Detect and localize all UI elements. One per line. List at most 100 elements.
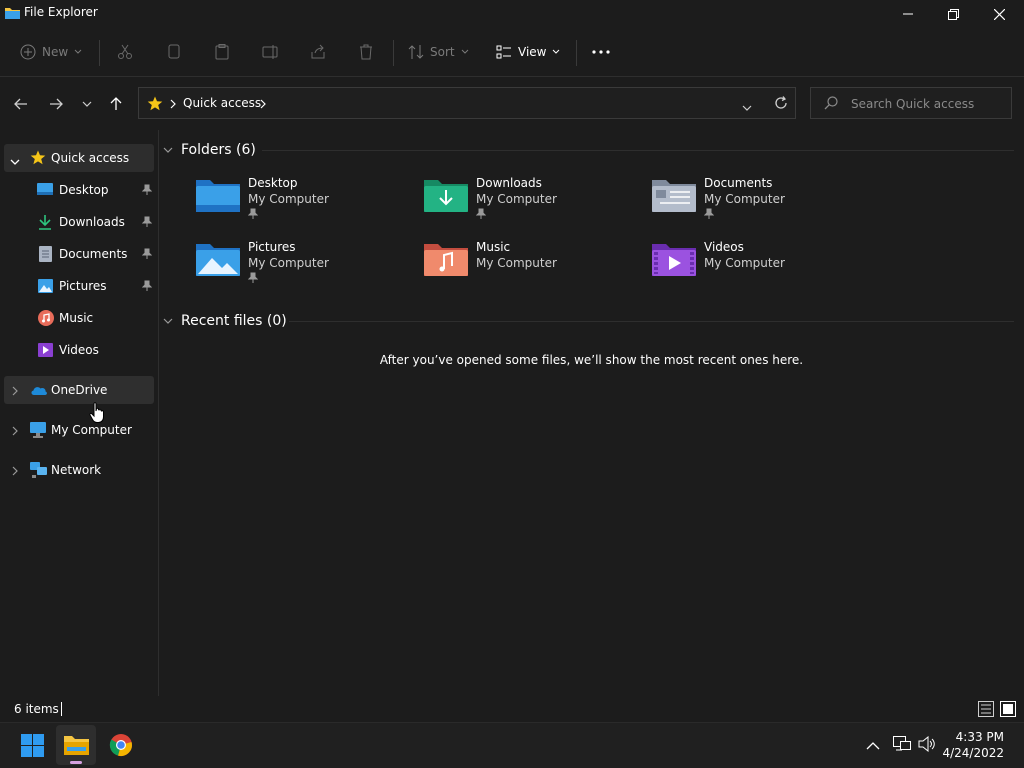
item-count: 6 items — [14, 702, 59, 716]
chevron-down-icon — [742, 105, 752, 111]
picture-icon — [38, 279, 53, 296]
sidebar-item-pictures[interactable]: Pictures — [4, 272, 154, 300]
folder-tile-documents[interactable]: Documents My Computer — [652, 176, 872, 232]
chevron-up-icon — [866, 742, 880, 750]
pin-icon[interactable] — [141, 248, 153, 262]
title-bar[interactable]: File Explorer — [0, 0, 1024, 28]
restore-button[interactable] — [930, 0, 976, 28]
taskbar-file-explorer-button[interactable] — [56, 725, 96, 765]
minimize-icon — [903, 13, 913, 15]
folder-name: Documents — [704, 176, 773, 190]
address-history-button[interactable] — [742, 100, 752, 114]
ellipsis-icon — [592, 50, 610, 54]
documents-folder-icon — [652, 176, 698, 216]
minimize-button[interactable] — [885, 0, 931, 28]
rename-icon — [262, 45, 278, 59]
music-folder-icon — [424, 240, 470, 280]
sidebar-item-documents[interactable]: Documents — [4, 240, 154, 268]
breadcrumb-quick-access[interactable]: Quick access — [183, 96, 261, 110]
pin-icon — [703, 208, 716, 220]
back-button[interactable] — [10, 93, 32, 115]
pin-icon[interactable] — [141, 184, 153, 198]
document-icon — [39, 246, 52, 265]
status-bar: 6 items — [0, 696, 1024, 722]
view-button[interactable]: View — [496, 40, 560, 64]
new-button[interactable]: New — [20, 40, 82, 64]
sidebar-item-desktop[interactable]: Desktop — [4, 176, 154, 204]
more-options-button[interactable] — [592, 40, 610, 64]
cut-button[interactable] — [117, 40, 133, 64]
sidebar-item-downloads[interactable]: Downloads — [4, 208, 154, 236]
sidebar-item-network[interactable]: Network — [4, 456, 154, 484]
search-box[interactable] — [810, 87, 1012, 119]
folder-name: Desktop — [248, 176, 298, 190]
download-arrow-icon — [38, 214, 52, 233]
clipboard-icon — [215, 44, 229, 60]
trash-icon — [360, 44, 372, 60]
sort-icon — [408, 45, 424, 59]
section-divider — [262, 150, 1014, 151]
chevron-down-icon[interactable] — [10, 154, 20, 168]
rename-button[interactable] — [262, 40, 280, 64]
command-bar: New Sort View — [0, 28, 1024, 77]
restore-icon — [947, 8, 959, 20]
folder-tile-videos[interactable]: Videos My Computer — [652, 240, 872, 296]
folder-location: My Computer — [704, 256, 785, 270]
show-hidden-icons-button[interactable] — [866, 739, 880, 753]
pin-icon — [247, 272, 260, 284]
chevron-right-icon[interactable] — [12, 465, 18, 479]
clock[interactable]: 4:33 PM 4/24/2022 — [942, 729, 1004, 761]
pin-icon — [475, 208, 488, 220]
status-divider — [61, 702, 62, 716]
tiles-view-button[interactable] — [1000, 701, 1016, 720]
navigation-pane: Quick access Desktop Downloads Documents — [0, 130, 159, 696]
volume-icon[interactable] — [918, 735, 936, 755]
folder-tile-downloads[interactable]: Downloads My Computer — [424, 176, 644, 232]
breadcrumb-chevron-icon[interactable] — [260, 98, 266, 112]
folder-tile-desktop[interactable]: Desktop My Computer — [196, 176, 416, 232]
folder-tile-pictures[interactable]: Pictures My Computer — [196, 240, 416, 296]
details-view-button[interactable] — [978, 701, 994, 720]
recent-locations-button[interactable] — [76, 93, 98, 115]
folders-section-header[interactable]: Folders (6) — [163, 139, 256, 161]
chevron-down-icon — [74, 49, 82, 54]
pin-icon[interactable] — [141, 216, 153, 230]
folder-app-icon — [64, 736, 89, 755]
chevron-down-icon — [163, 147, 173, 153]
close-button[interactable] — [976, 0, 1022, 28]
forward-button[interactable] — [45, 93, 67, 115]
active-app-indicator — [70, 761, 82, 764]
sort-label: Sort — [430, 45, 455, 59]
taskbar: 4:33 PM 4/24/2022 — [0, 722, 1024, 768]
sidebar-item-quick-access[interactable]: Quick access — [4, 144, 154, 172]
tiles-view-icon — [1000, 701, 1016, 717]
refresh-button[interactable] — [774, 96, 788, 113]
taskbar-chrome-button[interactable] — [109, 733, 133, 760]
toolbar-divider — [576, 40, 577, 66]
arrow-left-icon — [14, 98, 27, 110]
chevron-right-icon[interactable] — [12, 425, 18, 439]
clock-date: 4/24/2022 — [942, 746, 1004, 760]
up-button[interactable] — [105, 93, 127, 115]
sidebar-item-my-computer[interactable]: My Computer — [4, 416, 154, 444]
sidebar-item-label: Quick access — [51, 151, 130, 165]
search-input[interactable] — [849, 95, 1009, 113]
copy-button[interactable] — [166, 40, 182, 64]
delete-button[interactable] — [358, 40, 374, 64]
address-bar[interactable]: Quick access — [138, 87, 796, 119]
folder-tile-music[interactable]: Music My Computer — [424, 240, 644, 296]
sidebar-item-music[interactable]: Music — [4, 304, 154, 332]
sort-button[interactable]: Sort — [408, 40, 469, 64]
sidebar-item-videos[interactable]: Videos — [4, 336, 154, 364]
address-row: Quick access — [0, 77, 1024, 129]
folder-name: Pictures — [248, 240, 296, 254]
paste-button[interactable] — [214, 40, 230, 64]
start-button[interactable] — [21, 734, 44, 760]
sidebar-item-onedrive[interactable]: OneDrive — [4, 376, 154, 404]
share-button[interactable] — [310, 40, 326, 64]
arrow-up-icon — [110, 97, 122, 110]
network-status-icon[interactable] — [893, 736, 911, 755]
chevron-right-icon[interactable] — [12, 385, 18, 399]
recent-files-section-header[interactable]: Recent files (0) — [163, 310, 287, 332]
pin-icon[interactable] — [141, 280, 153, 294]
